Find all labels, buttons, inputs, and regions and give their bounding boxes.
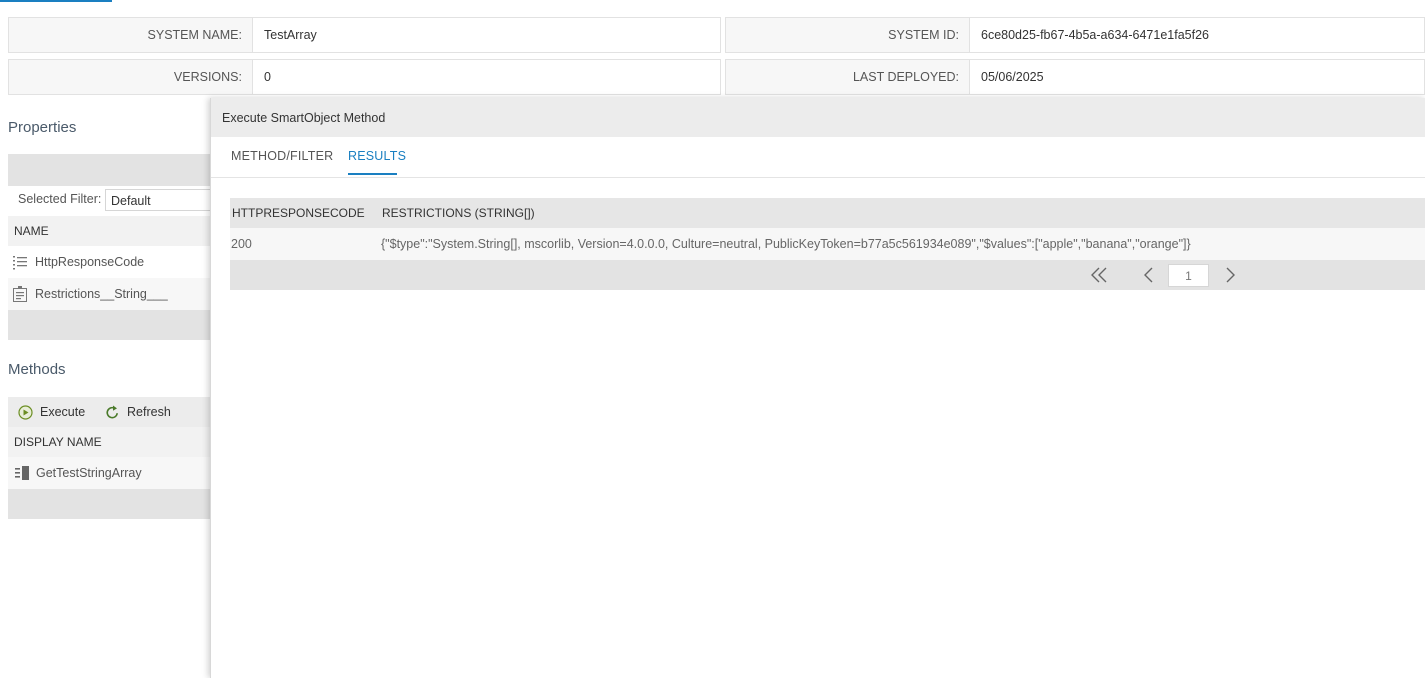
versions-cell: VERSIONS: 0 <box>8 59 721 95</box>
execute-button[interactable]: Execute <box>18 397 85 427</box>
properties-title: Properties <box>8 119 77 136</box>
methods-title: Methods <box>8 361 66 378</box>
methods-display-name-column-header[interactable]: DISPLAY NAME <box>8 427 212 457</box>
properties-footer <box>8 310 212 340</box>
info-row-1: SYSTEM NAME: TestArray SYSTEM ID: 6ce80d… <box>8 17 1425 53</box>
info-row-2: VERSIONS: 0 LAST DEPLOYED: 05/06/2025 <box>8 59 1425 95</box>
system-id-cell: SYSTEM ID: 6ce80d25-fb67-4b5a-a634-6471e… <box>725 17 1425 53</box>
tab-results[interactable]: RESULTS <box>348 149 406 163</box>
next-page-icon[interactable] <box>1221 267 1239 283</box>
property-row-httpresponsecode[interactable]: HttpResponseCode <box>8 246 212 278</box>
refresh-label: Refresh <box>127 405 171 419</box>
methods-toolbar: Execute Refresh <box>8 397 212 427</box>
properties-toolbar <box>8 154 212 186</box>
cell-httpresponsecode: 200 <box>231 237 252 251</box>
versions-value: 0 <box>264 70 271 84</box>
versions-label: VERSIONS: <box>9 60 253 94</box>
results-grid-header: HTTPRESPONSECODE RESTRICTIONS (STRING[]) <box>230 198 1425 228</box>
system-name-cell: SYSTEM NAME: TestArray <box>8 17 721 53</box>
method-icon <box>15 466 29 480</box>
tab-method-filter[interactable]: METHOD/FILTER <box>231 149 333 163</box>
active-tab-indicator <box>348 173 397 175</box>
system-name-value: TestArray <box>264 28 317 42</box>
properties-name-column-header[interactable]: NAME <box>8 216 212 246</box>
system-id-label: SYSTEM ID: <box>726 18 970 52</box>
selected-filter-select[interactable]: Default <box>105 189 211 211</box>
last-deployed-cell: LAST DEPLOYED: 05/06/2025 <box>725 59 1425 95</box>
top-tab-indicator <box>0 0 112 2</box>
selected-filter-label: Selected Filter: <box>18 192 102 206</box>
column-header-restrictions[interactable]: RESTRICTIONS (STRING[]) <box>382 198 535 229</box>
play-icon <box>18 405 33 420</box>
refresh-button[interactable]: Refresh <box>105 397 171 427</box>
property-label: HttpResponseCode <box>35 255 145 269</box>
property-row-restrictions[interactable]: Restrictions__String___ <box>8 278 212 310</box>
first-page-icon[interactable] <box>1090 267 1108 283</box>
results-grid-row[interactable]: 200 {"$type":"System.String[], mscorlib,… <box>230 228 1425 260</box>
memo-field-icon <box>13 286 27 302</box>
refresh-icon <box>106 405 118 419</box>
execute-label: Execute <box>40 405 86 419</box>
list-field-icon <box>13 256 27 270</box>
page-number-input[interactable]: 1 <box>1168 264 1209 287</box>
results-pager: 1 <box>230 260 1425 290</box>
cell-restrictions: {"$type":"System.String[], mscorlib, Ver… <box>381 237 1191 251</box>
last-deployed-label: LAST DEPLOYED: <box>726 60 970 94</box>
previous-page-icon[interactable] <box>1140 267 1158 283</box>
system-id-value: 6ce80d25-fb67-4b5a-a634-6471e1fa5f26 <box>981 28 1209 42</box>
property-label: Restrictions__String___ <box>35 287 168 301</box>
dialog-title[interactable]: Execute SmartObject Method <box>211 98 1425 137</box>
system-name-label: SYSTEM NAME: <box>9 18 253 52</box>
last-deployed-value: 05/06/2025 <box>981 70 1044 84</box>
method-row-gettestsringarray[interactable]: GetTestStringArray <box>8 457 212 489</box>
tabs-divider <box>211 177 1425 178</box>
methods-footer <box>8 489 212 519</box>
column-header-httpresponsecode[interactable]: HTTPRESPONSECODE <box>232 198 365 229</box>
execute-method-dialog: Execute SmartObject Method METHOD/FILTER… <box>210 98 1425 678</box>
method-label: GetTestStringArray <box>36 466 142 480</box>
